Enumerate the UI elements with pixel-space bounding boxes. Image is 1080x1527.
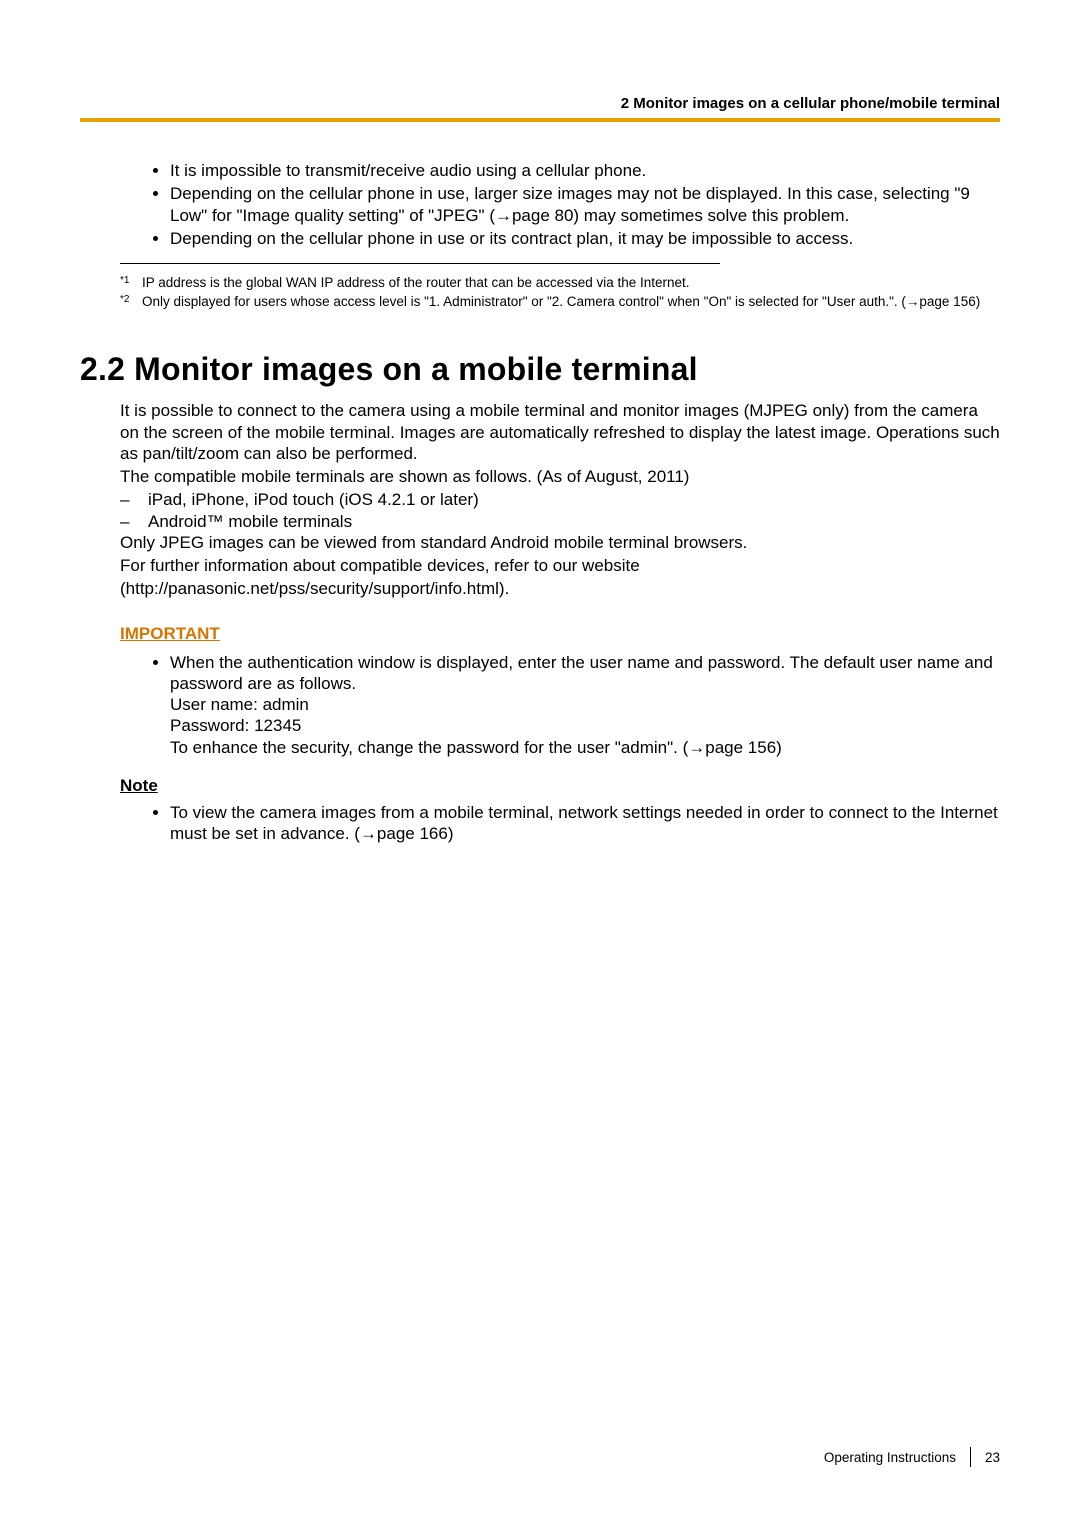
important-item: When the authentication window is displa… [170,652,1000,758]
footnote-1: *1 IP address is the global WAN IP addre… [120,274,1000,292]
important-line-3: Password: 12345 [170,716,301,735]
intro-paragraph-1: It is possible to connect to the camera … [120,400,1000,464]
top-bullet-2: Depending on the cellular phone in use, … [170,183,1000,226]
footnote-divider [120,263,720,264]
compat-item-2: Android™ mobile terminals [120,511,1000,532]
note-item: To view the camera images from a mobile … [170,802,1000,845]
footnote-2-label: *2 [120,293,142,307]
note-list: To view the camera images from a mobile … [140,802,1000,845]
footer-page-number: 23 [985,1450,1000,1465]
footer-divider [970,1447,971,1467]
footnote-2-text: Only displayed for users whose access le… [142,293,1000,311]
footer-doc-title: Operating Instructions [824,1450,956,1465]
important-line-4: To enhance the security, change the pass… [170,738,782,757]
page-footer: Operating Instructions 23 [824,1447,1000,1467]
post-paragraph-3: (http://panasonic.net/pss/security/suppo… [120,578,1000,599]
important-heading: IMPORTANT [120,624,1000,644]
footnotes-block: *1 IP address is the global WAN IP addre… [120,274,1000,311]
section-heading: 2.2 Monitor images on a mobile terminal [80,351,1000,388]
top-bullet-list: It is impossible to transmit/receive aud… [140,160,1000,249]
post-paragraph-1: Only JPEG images can be viewed from stan… [120,532,1000,553]
compatibility-list: iPad, iPhone, iPod touch (iOS 4.2.1 or l… [120,489,1000,532]
compat-item-1: iPad, iPhone, iPod touch (iOS 4.2.1 or l… [120,489,1000,510]
top-bullet-3: Depending on the cellular phone in use o… [170,228,1000,249]
post-paragraph-2: For further information about compatible… [120,555,1000,576]
footnote-1-label: *1 [120,274,142,288]
footnote-1-text: IP address is the global WAN IP address … [142,274,1000,292]
footnote-2: *2 Only displayed for users whose access… [120,293,1000,311]
important-line-1: When the authentication window is displa… [170,653,993,693]
important-line-2: User name: admin [170,695,309,714]
note-heading: Note [120,776,1000,796]
chapter-header: 2 Monitor images on a cellular phone/mob… [80,95,1000,122]
important-list: When the authentication window is displa… [140,652,1000,758]
intro-paragraph-2: The compatible mobile terminals are show… [120,466,1000,487]
top-bullet-1: It is impossible to transmit/receive aud… [170,160,1000,181]
